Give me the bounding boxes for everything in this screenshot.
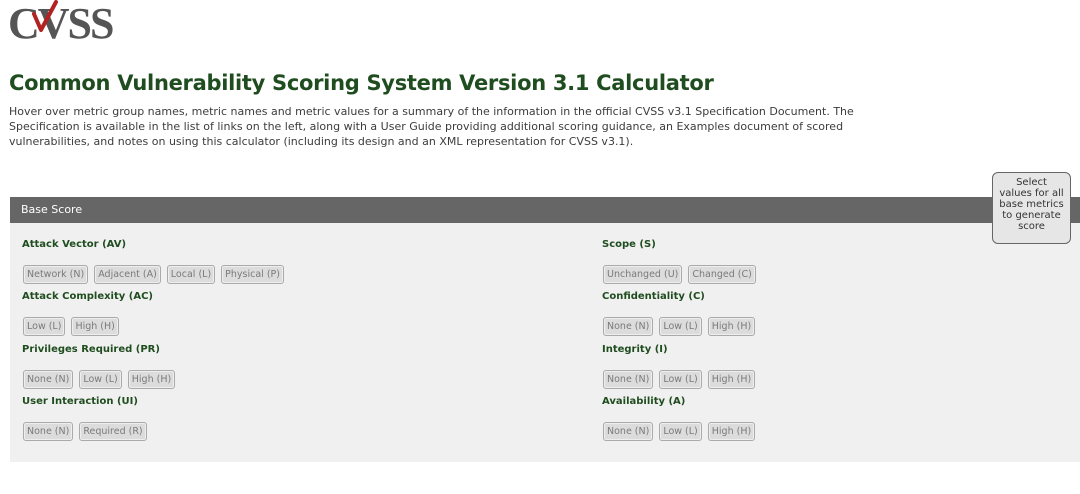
metric-user-interaction: User Interaction (UI) None (N) Required … xyxy=(22,396,422,441)
value-button[interactable]: None (N) xyxy=(603,422,654,441)
value-button[interactable]: Local (L) xyxy=(166,265,216,284)
metric-values: None (N) Low (L) High (H) xyxy=(23,370,176,389)
value-button[interactable]: Low (L) xyxy=(659,422,702,441)
value-button[interactable]: High (H) xyxy=(71,317,119,336)
value-button[interactable]: None (N) xyxy=(603,370,654,389)
metric-values: Network (N) Adjacent (A) Local (L) Physi… xyxy=(23,265,284,284)
value-button[interactable]: Low (L) xyxy=(23,317,66,336)
value-button[interactable]: None (N) xyxy=(23,370,74,389)
value-button[interactable]: Adjacent (A) xyxy=(94,265,161,284)
metric-values: None (N) Low (L) High (H) xyxy=(603,370,756,389)
metric-attack-vector: Attack Vector (AV) Network (N) Adjacent … xyxy=(22,239,422,284)
metric-values: Low (L) High (H) xyxy=(23,317,119,336)
intro-text: Hover over metric group names, metric na… xyxy=(9,105,854,148)
score-hint-box: Select values for all base metrics to ge… xyxy=(992,172,1071,244)
metric-scope: Scope (S) Unchanged (U) Changed (C) xyxy=(602,239,1002,284)
value-button[interactable]: None (N) xyxy=(603,317,654,336)
metric-values: None (N) Low (L) High (H) xyxy=(603,317,756,336)
metric-name[interactable]: Privileges Required (PR) xyxy=(22,344,422,355)
metric-name[interactable]: Attack Complexity (AC) xyxy=(22,291,422,302)
metric-name[interactable]: Integrity (I) xyxy=(602,344,1002,355)
metric-confidentiality: Confidentiality (C) None (N) Low (L) Hig… xyxy=(602,291,1002,336)
metric-name[interactable]: Availability (A) xyxy=(602,396,1002,407)
value-button[interactable]: Low (L) xyxy=(79,370,122,389)
value-button[interactable]: High (H) xyxy=(127,370,176,389)
metric-availability: Availability (A) None (N) Low (L) High (… xyxy=(602,396,1002,441)
value-button[interactable]: Changed (C) xyxy=(688,265,756,284)
base-score-header[interactable]: Base Score xyxy=(10,197,1080,223)
value-button[interactable]: High (H) xyxy=(707,370,756,389)
value-button[interactable]: High (H) xyxy=(707,317,756,336)
page-title: Common Vulnerability Scoring System Vers… xyxy=(9,71,714,95)
metric-name[interactable]: User Interaction (UI) xyxy=(22,396,422,407)
metric-name[interactable]: Scope (S) xyxy=(602,239,1002,250)
metric-name[interactable]: Confidentiality (C) xyxy=(602,291,1002,302)
value-button[interactable]: Low (L) xyxy=(659,370,702,389)
metric-name[interactable]: Attack Vector (AV) xyxy=(22,239,422,250)
value-button[interactable]: Physical (P) xyxy=(221,265,284,284)
metric-integrity: Integrity (I) None (N) Low (L) High (H) xyxy=(602,344,1002,389)
value-button[interactable]: High (H) xyxy=(707,422,756,441)
checkmark-icon xyxy=(32,0,58,32)
base-score-panel: Base Score Attack Vector (AV) Network (N… xyxy=(10,197,1080,462)
value-button[interactable]: None (N) xyxy=(23,422,74,441)
value-button[interactable]: Required (R) xyxy=(79,422,147,441)
value-button[interactable]: Low (L) xyxy=(659,317,702,336)
metric-values: None (N) Low (L) High (H) xyxy=(603,422,756,441)
value-button[interactable]: Network (N) xyxy=(23,265,89,284)
metric-privileges-required: Privileges Required (PR) None (N) Low (L… xyxy=(22,344,422,389)
metric-values: None (N) Required (R) xyxy=(23,422,147,441)
metric-values: Unchanged (U) Changed (C) xyxy=(603,265,756,284)
cvss-logo[interactable]: CVSS xyxy=(8,0,115,46)
metric-attack-complexity: Attack Complexity (AC) Low (L) High (H) xyxy=(22,291,422,336)
value-button[interactable]: Unchanged (U) xyxy=(603,265,683,284)
